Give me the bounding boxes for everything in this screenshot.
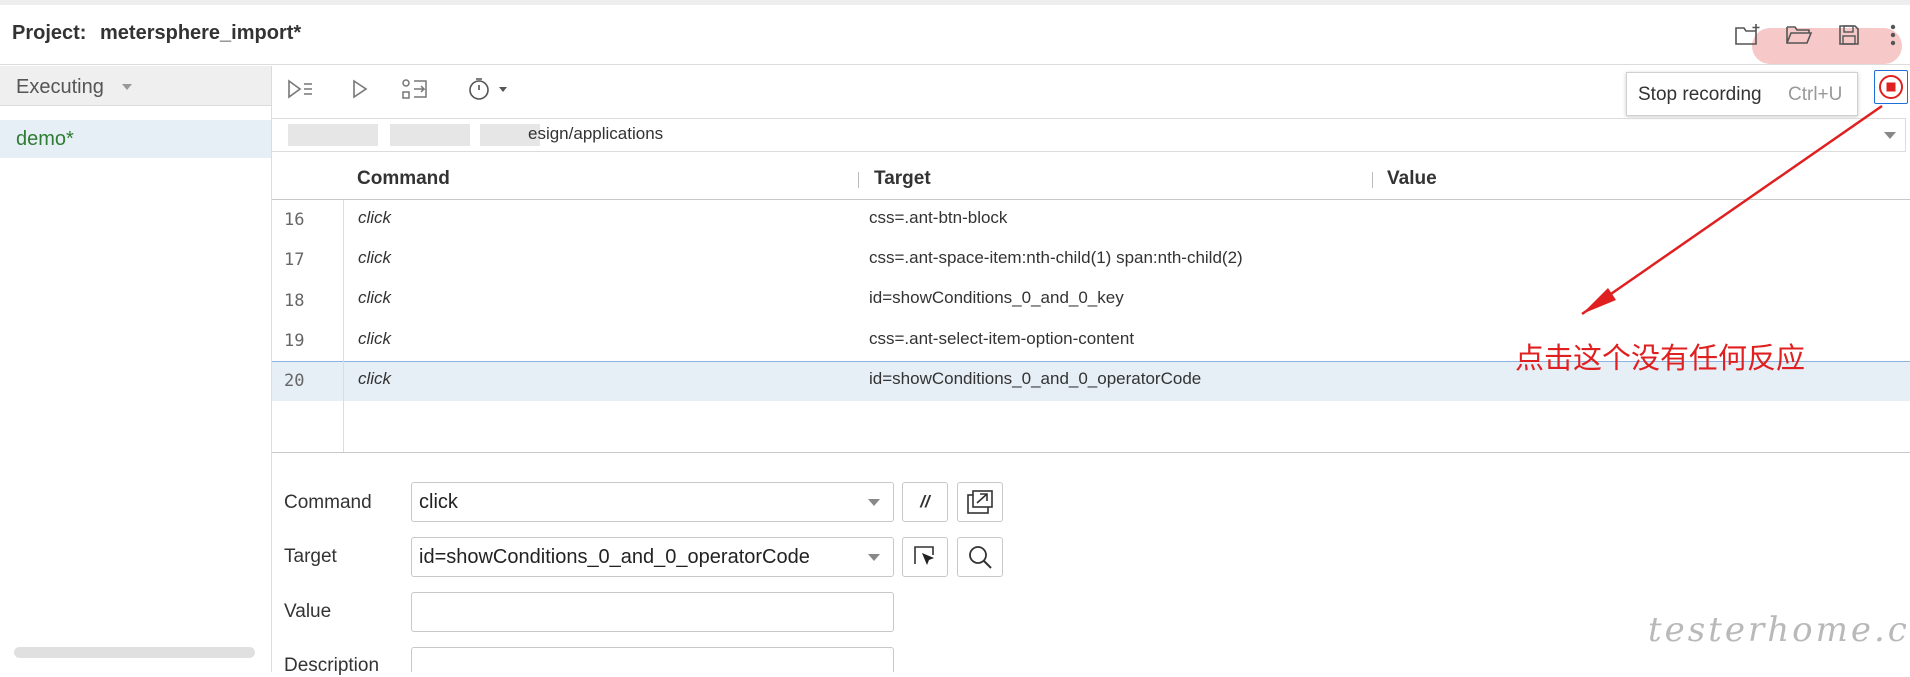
row-command: click (358, 288, 392, 307)
stop-recording-button[interactable] (1874, 70, 1908, 104)
comment-toggle-button[interactable]: // (902, 482, 948, 522)
column-resizer[interactable] (858, 172, 859, 188)
comment-toggle-label: // (920, 492, 930, 511)
redacted-url-part (390, 124, 470, 146)
row-number: 17 (284, 250, 305, 270)
command-input-value: click (419, 491, 458, 513)
run-all-icon[interactable] (286, 76, 316, 102)
watermark: testerhome.com (1648, 610, 1910, 650)
select-target-button[interactable] (902, 537, 948, 577)
row-target: css=.ant-btn-block (869, 208, 1008, 227)
external-link-icon (967, 490, 993, 514)
row-number-divider (343, 200, 344, 452)
row-command: click (358, 369, 392, 388)
annotation-arrow (1581, 104, 1883, 316)
row-number: 20 (284, 371, 305, 391)
target-label: Target (284, 546, 337, 567)
row-number: 19 (284, 331, 305, 351)
mode-dropdown[interactable]: Executing (16, 76, 104, 99)
column-resizer[interactable] (1372, 172, 1373, 188)
chevron-down-icon[interactable] (868, 499, 880, 506)
project-name[interactable]: metersphere_import* (100, 22, 301, 45)
column-header-command: Command (357, 168, 450, 189)
row-number: 16 (284, 210, 305, 230)
command-input[interactable] (411, 482, 894, 522)
cursor-select-icon (914, 546, 934, 565)
chevron-down-icon[interactable] (122, 84, 132, 90)
row-target: id=showConditions_0_and_0_operatorCode (869, 369, 1202, 388)
open-folder-icon[interactable] (1784, 20, 1814, 50)
open-reference-button[interactable] (957, 482, 1003, 522)
row-target: id=showConditions_0_and_0_key (869, 288, 1124, 307)
row-command: click (358, 329, 392, 348)
stop-recording-icon (1879, 75, 1903, 99)
save-icon[interactable] (1834, 20, 1864, 50)
new-folder-icon[interactable] (1733, 20, 1763, 50)
step-icon[interactable] (400, 76, 430, 102)
base-url-text: esign/applications (528, 124, 664, 143)
row-command: click (358, 248, 392, 267)
sidebar-scrollbar[interactable] (14, 647, 255, 658)
row-number: 18 (284, 291, 305, 311)
test-item-label[interactable]: demo* (16, 128, 74, 151)
target-input-value: id=showConditions_0_and_0_operatorCode (419, 546, 810, 568)
column-header-value: Value (1387, 168, 1437, 189)
run-icon[interactable] (345, 76, 375, 102)
value-input[interactable] (411, 592, 894, 632)
speed-icon[interactable] (466, 76, 512, 102)
value-label: Value (284, 601, 332, 622)
table-bottom-border (272, 452, 1910, 453)
annotation-text: 点击这个没有任何反应 (1515, 343, 1806, 375)
search-icon (969, 546, 992, 569)
row-target: css=.ant-space-item:nth-child(1) span:nt… (869, 248, 1243, 267)
column-header-target: Target (874, 168, 931, 189)
chevron-down-icon[interactable] (868, 554, 880, 561)
redacted-url-part (288, 124, 378, 146)
row-command: click (358, 208, 392, 227)
row-target: css=.ant-select-item-option-content (869, 329, 1135, 348)
kebab-menu-icon[interactable] (1878, 20, 1908, 50)
project-label: Project: (12, 22, 87, 44)
description-input[interactable] (411, 647, 894, 672)
description-label: Description (284, 655, 380, 676)
command-label: Command (284, 492, 372, 513)
find-target-button[interactable] (957, 537, 1003, 577)
